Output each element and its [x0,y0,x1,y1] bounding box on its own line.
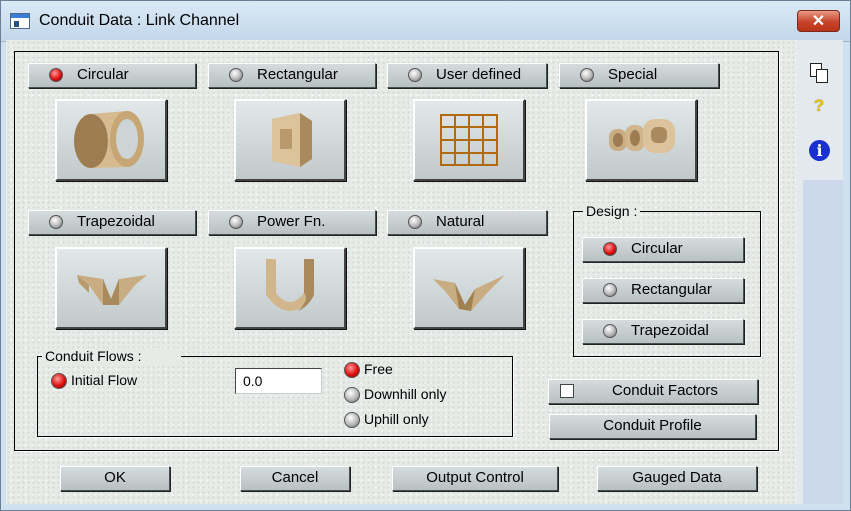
help-icon[interactable]: ? [809,96,829,116]
shape-trapezoidal-label: Trapezoidal [77,213,155,230]
natural-channel-image[interactable] [413,247,525,329]
user-defined-grid-image[interactable] [413,99,525,181]
output-control-button[interactable]: Output Control [392,466,558,491]
design-trapezoidal-button[interactable]: Trapezoidal [582,319,744,344]
gauged-data-button[interactable]: Gauged Data [597,466,757,491]
selected-radio-icon [49,68,63,82]
design-trapezoidal-label: Trapezoidal [631,322,709,339]
selected-radio-icon [344,362,360,378]
special-conduit-image[interactable] [585,99,697,181]
unselected-radio-icon [229,68,243,82]
unselected-radio-icon [344,412,360,428]
initial-flow-label: Initial Flow [71,372,138,388]
initial-flow-input[interactable]: 0.0 [235,368,322,394]
app-window-icon [10,13,30,29]
conduit-factors-button[interactable]: Conduit Factors [548,379,758,404]
circular-conduit-image[interactable] [55,99,167,181]
copy-icon[interactable] [809,63,829,83]
unselected-radio-icon [229,215,243,229]
shape-natural-button[interactable]: Natural [387,210,547,235]
selected-radio-icon [51,373,67,389]
unselected-radio-icon [408,68,422,82]
shape-rectangular-label: Rectangular [257,66,338,83]
shape-power-fn-button[interactable]: Power Fn. [208,210,376,235]
info-icon[interactable]: i [809,140,830,161]
design-circular-label: Circular [631,240,683,257]
flow-downhill-label: Downhill only [364,386,447,402]
shape-circular-label: Circular [77,66,129,83]
rectangular-conduit-image[interactable] [234,99,346,181]
design-group-title: Design : [583,203,641,219]
flow-uphill-label: Uphill only [364,411,429,427]
power-fn-conduit-image[interactable] [234,247,346,329]
cancel-button[interactable]: Cancel [240,466,350,491]
flow-free-label: Free [364,361,393,377]
design-rectangular-button[interactable]: Rectangular [582,278,744,303]
selected-radio-icon [603,242,617,256]
conduit-profile-label: Conduit Profile [603,417,702,434]
shape-natural-label: Natural [436,213,485,230]
conduit-factors-checkbox[interactable] [560,384,574,398]
cancel-label: Cancel [271,469,319,486]
shape-power-fn-label: Power Fn. [257,213,326,230]
window-title: Conduit Data : Link Channel [39,12,240,29]
unselected-radio-icon [603,283,617,297]
design-rectangular-label: Rectangular [631,281,712,298]
unselected-radio-icon [49,215,63,229]
shape-circular-button[interactable]: Circular [28,63,196,88]
conduit-flows-title: Conduit Flows : [42,348,182,364]
shape-trapezoidal-button[interactable]: Trapezoidal [28,210,196,235]
ok-label: OK [104,469,126,486]
close-button[interactable]: ✕ [797,10,840,32]
trapezoidal-conduit-image[interactable] [55,247,167,329]
shape-user-defined-label: User defined [436,66,522,83]
shape-special-label: Special [608,66,658,83]
shape-special-button[interactable]: Special [559,63,719,88]
unselected-radio-icon [408,215,422,229]
ok-button[interactable]: OK [60,466,170,491]
side-toolbar-lower [803,180,843,504]
output-control-label: Output Control [426,469,524,486]
conduit-factors-label: Conduit Factors [612,382,718,399]
shape-user-defined-button[interactable]: User defined [387,63,547,88]
gauged-data-label: Gauged Data [632,469,722,486]
design-circular-button[interactable]: Circular [582,237,744,262]
shape-rectangular-button[interactable]: Rectangular [208,63,376,88]
unselected-radio-icon [603,324,617,338]
unselected-radio-icon [344,387,360,403]
unselected-radio-icon [580,68,594,82]
title-bar[interactable]: Conduit Data : Link Channel ✕ [1,1,850,42]
conduit-profile-button[interactable]: Conduit Profile [549,414,756,439]
